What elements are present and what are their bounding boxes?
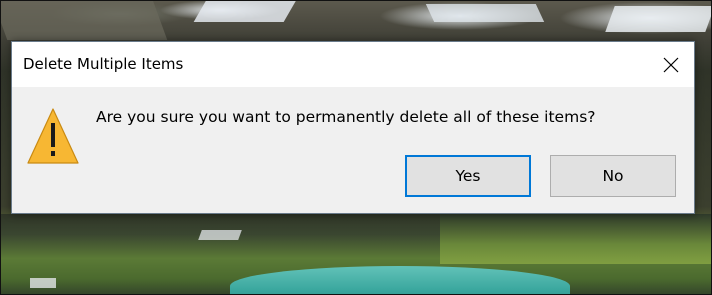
warning-icon (27, 108, 79, 164)
close-icon (663, 57, 679, 72)
dialog-titlebar[interactable]: Delete Multiple Items (12, 42, 694, 87)
close-button[interactable] (648, 42, 694, 87)
wallpaper-snow (30, 278, 56, 288)
wallpaper-snow (425, 4, 545, 22)
delete-confirmation-dialog: Delete Multiple Items Are you sure you w… (11, 41, 695, 214)
no-button[interactable]: No (550, 155, 676, 197)
wallpaper-meadow (440, 214, 712, 264)
wallpaper-snow (198, 230, 242, 240)
dialog-title: Delete Multiple Items (23, 55, 184, 73)
dialog-message: Are you sure you want to permanently del… (96, 108, 596, 126)
yes-button[interactable]: Yes (405, 155, 531, 197)
wallpaper-rock (0, 0, 168, 40)
wallpaper-snow (193, 0, 297, 22)
wallpaper-snow (605, 6, 712, 32)
